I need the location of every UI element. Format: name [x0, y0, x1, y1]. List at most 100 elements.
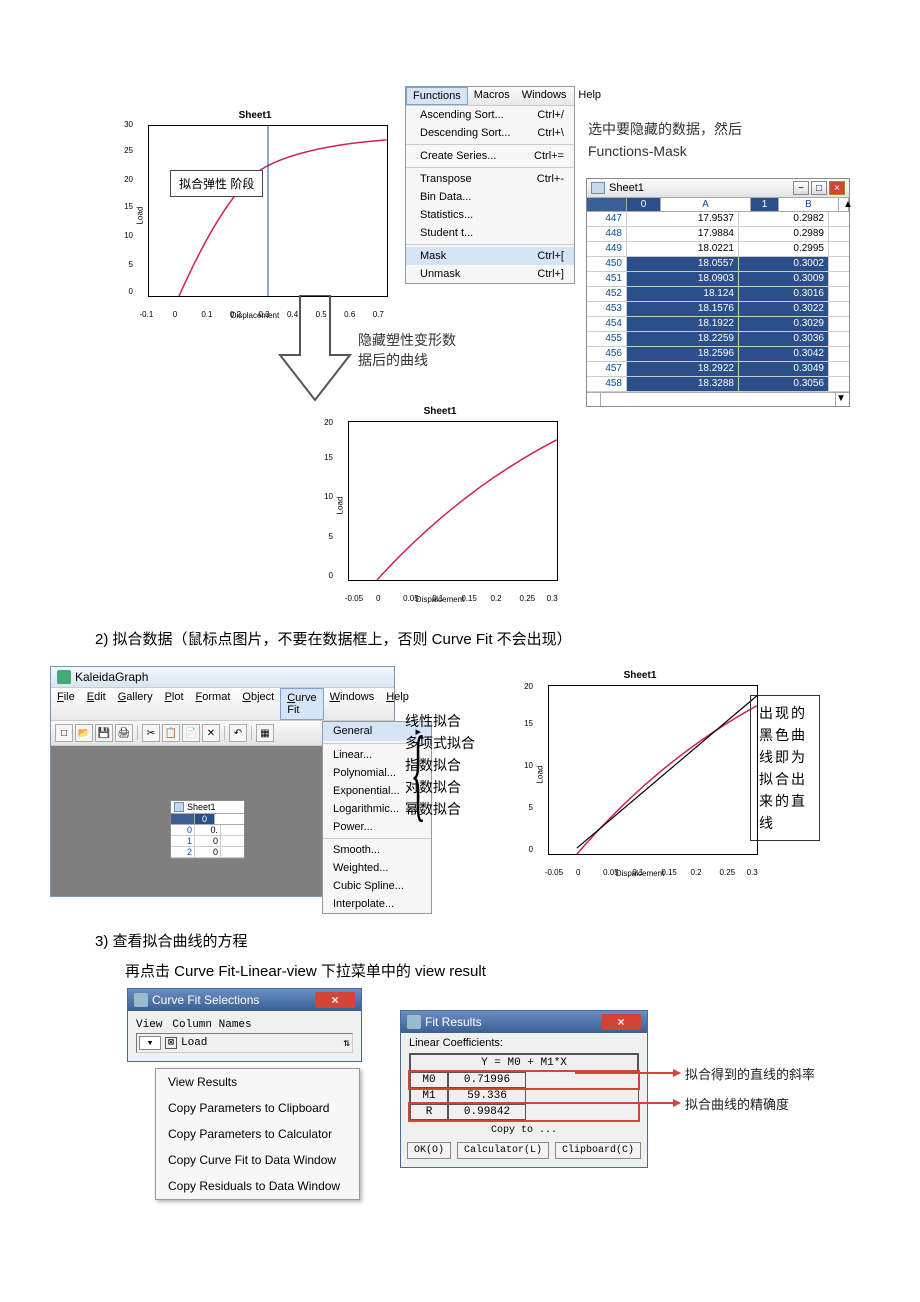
chart-curve — [149, 126, 387, 296]
note-accuracy: 拟合曲线的精确度 — [685, 1094, 789, 1113]
chart-with-linear-fit: Sheet1 0 5 10 15 20 -0.05 0 0.05 0.1 0.1… — [530, 670, 750, 878]
table-row[interactable]: 10 — [171, 836, 244, 847]
dropdown-item[interactable]: Smooth... — [323, 841, 431, 859]
menu-item[interactable]: MaskCtrl+[ — [406, 247, 574, 265]
new-icon[interactable]: □ — [55, 724, 73, 742]
col-index-0[interactable]: 0 — [627, 198, 661, 211]
menu-item[interactable]: Descending Sort...Ctrl+\ — [406, 124, 574, 142]
close-button[interactable]: × — [829, 181, 845, 195]
scroll-up-icon[interactable]: ▲ — [839, 198, 849, 211]
menu-functions[interactable]: Functions — [406, 87, 468, 105]
view-dropdown[interactable]: ▾ — [139, 1036, 161, 1050]
sheet-icon — [174, 802, 184, 812]
table-row[interactable]: 00. — [171, 825, 244, 836]
arrow-caption: 隐藏塑性变形数 据后的曲线 — [358, 330, 456, 370]
menu-copy-curve-fit[interactable]: Copy Curve Fit to Data Window — [156, 1147, 359, 1173]
footer-cell — [587, 393, 601, 406]
view-context-menu[interactable]: View Results Copy Parameters to Clipboar… — [155, 1068, 360, 1200]
menu-windows[interactable]: Windows — [516, 87, 573, 105]
chart-load-displacement-masked: Sheet1 0 5 10 15 20 -0.05 0 0.05 0.1 0.1… — [330, 406, 550, 604]
print-icon[interactable]: 🖨 — [115, 724, 133, 742]
menu-object[interactable]: Object — [236, 688, 280, 720]
calculator-button[interactable]: Calculator(L) — [457, 1142, 549, 1159]
minimize-button[interactable]: − — [793, 181, 809, 195]
close-button[interactable]: × — [315, 992, 355, 1008]
section-3-sub: 再点击 Curve Fit-Linear-view 下拉菜单中的 view re… — [125, 960, 486, 981]
app-icon — [57, 670, 71, 684]
menu-item[interactable]: Ascending Sort...Ctrl+/ — [406, 106, 574, 124]
menu-file[interactable]: File — [51, 688, 81, 720]
menu-copy-params-clipboard[interactable]: Copy Parameters to Clipboard — [156, 1095, 359, 1121]
undo-icon[interactable]: ↶ — [229, 724, 247, 742]
col-header-b[interactable]: B — [779, 198, 839, 211]
dropdown-item[interactable]: Weighted... — [323, 859, 431, 877]
menu-macros[interactable]: Macros — [468, 87, 516, 105]
table-row[interactable]: 45318.15760.3022 — [587, 302, 849, 317]
load-checkbox[interactable]: ⊠ — [165, 1037, 177, 1049]
menu-curvefit[interactable]: Curve Fit — [280, 688, 323, 720]
functions-menu[interactable]: Functions Macros Windows Help Ascending … — [405, 86, 575, 284]
menu-copy-residuals[interactable]: Copy Residuals to Data Window — [156, 1173, 359, 1199]
clipboard-button[interactable]: Clipboard(C) — [555, 1142, 641, 1159]
layout-icon[interactable]: ▦ — [256, 724, 274, 742]
fit-equation: Y = M0 + M1*X — [410, 1054, 638, 1072]
menu-gallery[interactable]: Gallery — [112, 688, 159, 720]
col-index-1[interactable]: 1 — [751, 198, 779, 211]
table-row[interactable]: 45118.09030.3009 — [587, 272, 849, 287]
table-row[interactable]: 45018.05570.3002 — [587, 257, 849, 272]
table-row[interactable]: 45418.19220.3029 — [587, 317, 849, 332]
menu-item[interactable]: UnmaskCtrl+] — [406, 265, 574, 283]
sheet-title: Sheet1 — [609, 182, 644, 194]
table-row[interactable]: 45618.25960.3042 — [587, 347, 849, 362]
maximize-button[interactable]: □ — [811, 181, 827, 195]
data-sheet-window[interactable]: Sheet1 − □ × 0 A 1 B ▲ 44717.95370.29824… — [586, 178, 850, 407]
table-row[interactable]: 45218.1240.3016 — [587, 287, 849, 302]
scroll-down-icon[interactable]: ▼ — [835, 393, 849, 406]
table-row[interactable]: 44717.95370.2982 — [587, 212, 849, 227]
dialog-icon — [407, 1015, 421, 1029]
menu-item[interactable]: Student t... — [406, 224, 574, 242]
dropdown-item[interactable]: Cubic Spline... — [323, 877, 431, 895]
table-row[interactable]: 45518.22590.3036 — [587, 332, 849, 347]
table-row[interactable]: 44918.02210.2995 — [587, 242, 849, 257]
callout-elastic-stage: 拟合弹性 阶段 — [170, 170, 263, 197]
menu-item[interactable]: Create Series...Ctrl+= — [406, 147, 574, 165]
save-icon[interactable]: 💾 — [95, 724, 113, 742]
dropdown-item[interactable]: Interpolate... — [323, 895, 431, 913]
menu-edit[interactable]: Edit — [81, 688, 112, 720]
table-row[interactable]: 45818.32880.3056 — [587, 377, 849, 392]
menu-view-results[interactable]: View Results — [156, 1069, 359, 1095]
chart-title: Sheet1 — [330, 406, 550, 417]
fit-result-row: M00.71996 — [410, 1072, 638, 1088]
cut-icon[interactable]: ✂ — [142, 724, 160, 742]
menu-windows[interactable]: Windows — [324, 688, 381, 720]
fit-results-window[interactable]: Fit Results × Linear Coefficients: Y = M… — [400, 1010, 648, 1168]
menu-copy-params-calculator[interactable]: Copy Parameters to Calculator — [156, 1121, 359, 1147]
ok-button[interactable]: OK(O) — [407, 1142, 451, 1159]
table-row[interactable]: 45718.29220.3049 — [587, 362, 849, 377]
fit-results-table: Y = M0 + M1*X M00.71996M159.336R0.99842 — [409, 1053, 639, 1121]
menu-plot[interactable]: Plot — [159, 688, 190, 720]
menu-item[interactable]: Statistics... — [406, 206, 574, 224]
paste-icon[interactable]: 📄 — [182, 724, 200, 742]
open-icon[interactable]: 📂 — [75, 724, 93, 742]
curve-fit-selections-window[interactable]: Curve Fit Selections × View Column Names… — [127, 988, 362, 1062]
fit-type-labels: 线性拟合 多项式拟合 指数拟合 对数拟合 幂数拟合 — [405, 710, 475, 820]
dialog-icon — [134, 993, 148, 1007]
menu-item[interactable]: TransposeCtrl+- — [406, 170, 574, 188]
sheet-icon — [591, 182, 605, 194]
copy-icon[interactable]: 📋 — [162, 724, 180, 742]
chart-title: Sheet1 — [130, 110, 380, 121]
table-row[interactable]: 44817.98840.2989 — [587, 227, 849, 242]
menu-item[interactable]: Bin Data... — [406, 188, 574, 206]
app-title: KaleidaGraph — [75, 670, 148, 684]
note-slope: 拟合得到的直线的斜率 — [685, 1064, 815, 1083]
table-row[interactable]: 20 — [171, 847, 244, 858]
close-button[interactable]: × — [601, 1014, 641, 1030]
delete-icon[interactable]: ✕ — [202, 724, 220, 742]
menu-format[interactable]: Format — [190, 688, 237, 720]
section-2-heading: 2) 拟合数据（鼠标点图片，不要在数据框上，否则 Curve Fit 不会出现） — [95, 628, 572, 649]
col-header-a[interactable]: A — [661, 198, 751, 211]
small-sheet-window[interactable]: Sheet1 0 00.1020 — [170, 800, 245, 859]
menu-help[interactable]: Help — [572, 87, 607, 105]
